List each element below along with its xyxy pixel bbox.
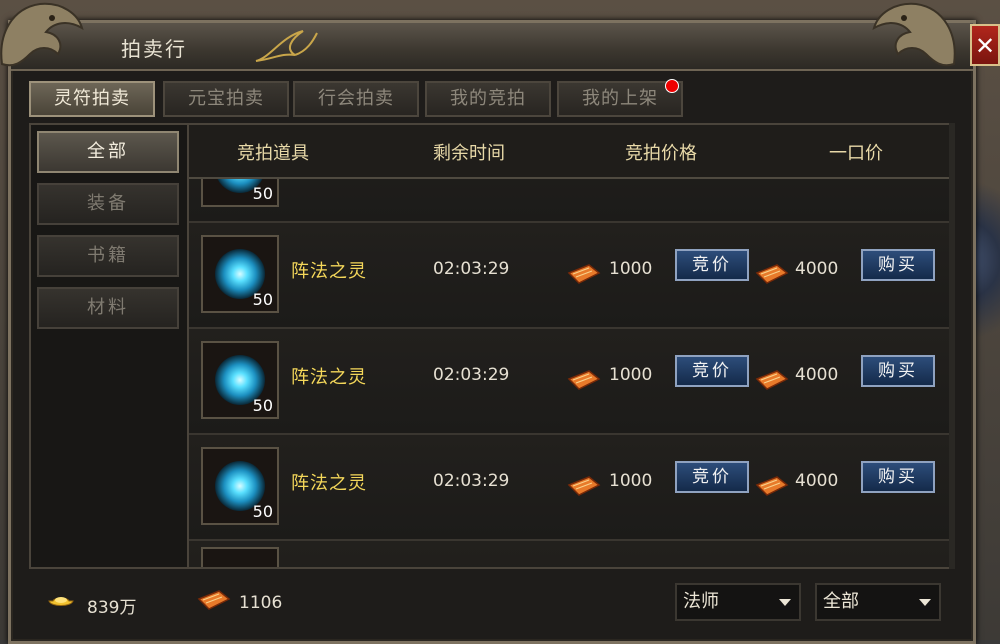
list-header: 竞拍道具 剩余时间 竞拍价格 一口价	[189, 125, 949, 179]
gold-ingot-icon	[48, 597, 74, 606]
category-all[interactable]: 全部	[37, 131, 179, 173]
bid-button[interactable]: 竞价	[675, 461, 749, 493]
bid-button[interactable]: 竞价	[675, 355, 749, 387]
filter-select[interactable]: 全部	[815, 583, 941, 621]
item-quantity: 50	[252, 502, 273, 521]
tab-ingot-auction[interactable]: 元宝拍卖	[163, 81, 289, 117]
dragon-ornament-right	[872, 2, 956, 67]
category-sidebar: 全部 装备 书籍 材料	[29, 123, 189, 569]
category-books[interactable]: 书籍	[37, 235, 179, 277]
ticket-icon	[755, 264, 789, 284]
table-row: 50 阵法之灵 02:03:29 1000 竞价 4000 购买	[189, 223, 949, 329]
item-slot[interactable]: 50	[201, 179, 279, 207]
auction-list[interactable]: 竞拍道具 剩余时间 竞拍价格 一口价 50 50 阵法之灵 02:03:29 1…	[189, 123, 951, 569]
item-name: 阵法之灵	[291, 473, 367, 494]
gold-amount: 839万	[87, 598, 137, 618]
table-row-partial: 50	[189, 179, 949, 223]
buy-button[interactable]: 购买	[861, 249, 935, 281]
title-ornament-icon	[255, 30, 318, 62]
list-rows: 50 50 阵法之灵 02:03:29 1000 竞价 4000 购买 50 阵…	[189, 179, 949, 567]
ticket-icon	[755, 370, 789, 390]
item-slot[interactable]	[201, 547, 279, 567]
table-row-partial	[189, 541, 949, 567]
buy-button[interactable]: 购买	[861, 461, 935, 493]
buyout-price: 4000	[795, 365, 839, 385]
list-scrollbar[interactable]	[949, 123, 955, 569]
buyout-price: 4000	[795, 471, 839, 491]
ticket-icon	[567, 370, 601, 390]
bid-price: 1000	[609, 471, 653, 491]
ticket-icon	[197, 590, 231, 610]
ticket-icon	[567, 476, 601, 496]
column-time: 剩余时间	[433, 143, 505, 164]
item-quantity: 50	[252, 290, 273, 309]
close-button[interactable]: ✕	[970, 24, 1000, 66]
tab-my-listings[interactable]: 我的上架	[557, 79, 683, 117]
table-row: 50 阵法之灵 02:03:29 1000 竞价 4000 购买	[189, 329, 949, 435]
remaining-time: 02:03:29	[433, 259, 510, 279]
bid-button[interactable]: 竞价	[675, 249, 749, 281]
tab-my-bids[interactable]: 我的竞拍	[425, 81, 551, 117]
ticket-amount: 1106	[239, 593, 283, 613]
column-bid-price: 竞拍价格	[625, 143, 697, 164]
item-name: 阵法之灵	[291, 367, 367, 388]
dropdown-arrow-icon	[779, 599, 791, 606]
ticket-icon	[567, 264, 601, 284]
title-bar[interactable]: 拍卖行	[11, 23, 973, 71]
auction-window: 拍卖行 灵符拍卖 元宝拍卖 行会拍卖 我的竞拍 我的上架 全部 装备 书籍 材料…	[8, 20, 976, 644]
column-item: 竞拍道具	[237, 143, 309, 164]
bid-price: 1000	[609, 365, 653, 385]
dropdown-arrow-icon	[919, 599, 931, 606]
dragon-ornament-left	[0, 2, 84, 67]
column-buyout: 一口价	[829, 143, 883, 164]
close-icon: ✕	[974, 32, 996, 60]
tab-rune-auction[interactable]: 灵符拍卖	[29, 81, 155, 117]
category-materials[interactable]: 材料	[37, 287, 179, 329]
bid-price: 1000	[609, 259, 653, 279]
remaining-time: 02:03:29	[433, 471, 510, 491]
ticket-icon	[755, 476, 789, 496]
window-title: 拍卖行	[121, 37, 187, 61]
item-quantity: 50	[252, 184, 273, 203]
remaining-time: 02:03:29	[433, 365, 510, 385]
item-slot[interactable]: 50	[201, 235, 279, 313]
item-quantity: 50	[252, 396, 273, 415]
item-slot[interactable]: 50	[201, 447, 279, 525]
item-name: 阵法之灵	[291, 261, 367, 282]
buyout-price: 4000	[795, 259, 839, 279]
tab-guild-auction[interactable]: 行会拍卖	[293, 81, 419, 117]
buy-button[interactable]: 购买	[861, 355, 935, 387]
table-row: 50 阵法之灵 02:03:29 1000 竞价 4000 购买	[189, 435, 949, 541]
notification-dot	[665, 79, 679, 93]
currency-footer: 839万 1106 法师 全部	[29, 571, 951, 635]
category-equipment[interactable]: 装备	[37, 183, 179, 225]
class-select[interactable]: 法师	[675, 583, 801, 621]
item-slot[interactable]: 50	[201, 341, 279, 419]
